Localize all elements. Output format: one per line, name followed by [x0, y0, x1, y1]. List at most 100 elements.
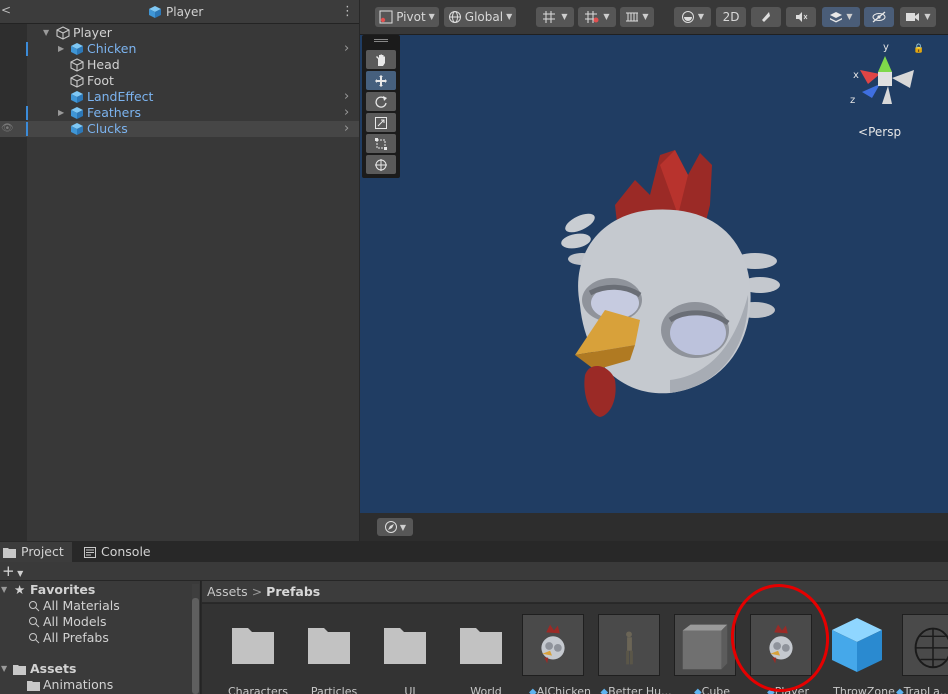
override-marker: [26, 42, 28, 56]
asset-prefab-better-human[interactable]: ◆Better Hu...: [588, 612, 672, 694]
scene-visibility-button[interactable]: [864, 7, 894, 27]
expand-right-arrow-icon[interactable]: ▶: [58, 105, 68, 121]
project-toolbar: + ▼: [0, 562, 948, 581]
global-label: Global: [464, 10, 504, 24]
asset-prefab-cube[interactable]: ◆Cube: [664, 612, 740, 694]
hand-tool-button[interactable]: [366, 50, 396, 69]
layers-effects-icon: [830, 12, 843, 23]
human-prefab-thumbnail: [598, 614, 660, 676]
rotate-tool-button[interactable]: [366, 92, 396, 111]
hierarchy-row-player[interactable]: ▼ Player: [0, 25, 359, 41]
lock-icon[interactable]: 🔒: [913, 44, 924, 54]
assets-root-row[interactable]: ▼ Assets: [0, 661, 190, 677]
chicken-head-model[interactable]: [560, 135, 790, 425]
caret-down-icon: ▼: [603, 12, 610, 21]
breadcrumb-current[interactable]: Prefabs: [266, 584, 320, 599]
chevron-right-icon[interactable]: ›: [344, 41, 356, 57]
gizmo-x-label: x: [853, 70, 859, 81]
hierarchy-panel: < Player ⋮ ▼ Player ▶ Chicken › Head Foo…: [0, 0, 359, 541]
scale-icon: [375, 116, 387, 129]
audio-mute-icon: [796, 12, 808, 22]
increment-snap-button[interactable]: ▼: [578, 7, 616, 27]
ruler-snap-button[interactable]: ▼: [620, 7, 654, 27]
scene-view[interactable]: Pivot ▼ Global ▼ ▼ ▼ ▼ ▼ 2D ▼ ▼ y x z 🔒 …: [360, 0, 948, 541]
transform-tool-button[interactable]: [366, 155, 396, 174]
chevron-right-icon[interactable]: ›: [344, 121, 356, 137]
create-asset-dropdown[interactable]: + ▼: [2, 562, 28, 581]
visibility-eye-icon[interactable]: 👁: [1, 123, 25, 135]
favorite-item-all-models[interactable]: All Models: [0, 614, 190, 630]
move-tool-button[interactable]: [366, 71, 396, 90]
asset-folder-world[interactable]: World: [440, 612, 516, 694]
rect-transform-icon: [375, 137, 387, 150]
caret-down-icon: ▼: [506, 12, 513, 21]
rotate-icon: [375, 95, 387, 108]
drag-handle-icon[interactable]: [374, 39, 388, 42]
favorite-item-label: All Materials: [43, 598, 120, 613]
audio-toggle-button[interactable]: [786, 7, 816, 27]
scrollbar-thumb[interactable]: [192, 598, 199, 694]
hierarchy-row-clucks[interactable]: 👁 Clucks ›: [0, 121, 359, 137]
hierarchy-row-feathers[interactable]: ▶ Feathers ›: [0, 105, 359, 121]
projection-toggle[interactable]: <Persp: [858, 125, 901, 139]
tab-project[interactable]: Project: [0, 542, 72, 562]
rect-tool-button[interactable]: [366, 134, 396, 153]
gameobject-cube-icon: [56, 26, 70, 40]
favorite-item-all-materials[interactable]: All Materials: [0, 598, 190, 614]
tab-console[interactable]: Console: [84, 542, 156, 562]
expand-down-arrow-icon[interactable]: ▼: [43, 25, 53, 41]
gizmo-z-label: z: [850, 95, 855, 106]
toggle-2d-button[interactable]: 2D: [716, 7, 746, 27]
grid-snap-button[interactable]: ▼: [536, 7, 574, 27]
move-arrows-icon: [375, 74, 387, 87]
camera-dropdown[interactable]: ▼: [900, 7, 936, 27]
chevron-right-icon[interactable]: ›: [344, 89, 356, 105]
ruler-icon: [626, 12, 639, 22]
hierarchy-row-label: LandEffect: [87, 89, 154, 104]
breadcrumb-root[interactable]: Assets: [207, 584, 248, 599]
console-icon: [84, 546, 96, 558]
pivot-label: Pivot: [396, 10, 426, 24]
star-icon: ★: [14, 582, 26, 597]
gizmo-y-label: y: [883, 42, 889, 53]
camera-settings-dropdown[interactable]: ▼: [377, 518, 413, 536]
tool-palette: [362, 35, 400, 178]
folder-large-icon: [232, 628, 274, 664]
pivot-dropdown[interactable]: Pivot ▼: [375, 7, 439, 27]
expand-right-arrow-icon[interactable]: ▶: [58, 41, 68, 57]
back-arrow-icon[interactable]: <: [1, 3, 13, 19]
lighting-toggle-button[interactable]: [751, 7, 781, 27]
hierarchy-row-foot[interactable]: Foot: [0, 73, 359, 89]
shading-mode-dropdown[interactable]: ▼: [674, 7, 711, 27]
favorites-header[interactable]: ▼ ★ Favorites: [0, 582, 190, 598]
expand-down-arrow-icon[interactable]: ▼: [1, 661, 7, 677]
asset-folder-particles[interactable]: Particles: [288, 612, 364, 694]
more-menu-icon[interactable]: ⋮: [341, 4, 354, 20]
scale-tool-button[interactable]: [366, 113, 396, 132]
prefab-cube-icon: [71, 43, 83, 55]
override-marker: [26, 106, 28, 120]
bottom-tab-bar: Project Console: [0, 542, 948, 562]
favorite-item-all-prefabs[interactable]: All Prefabs: [0, 630, 190, 646]
hierarchy-row-label: Foot: [87, 73, 114, 88]
asset-prefab-aichicken[interactable]: ◆AIChicken: [512, 612, 591, 694]
folder-tree-scrollbar[interactable]: [192, 584, 199, 694]
global-dropdown[interactable]: Global ▼: [444, 7, 516, 27]
asset-folder-ui[interactable]: UI: [364, 612, 440, 694]
folder-large-icon: [384, 628, 426, 664]
folder-row-animations[interactable]: Animations: [0, 677, 190, 693]
chevron-right-icon[interactable]: ›: [344, 105, 356, 121]
throwzone-cube-icon: [832, 618, 882, 672]
hierarchy-row-chicken[interactable]: ▶ Chicken ›: [0, 41, 359, 57]
plus-icon: +: [2, 562, 15, 580]
hierarchy-row-landeffect[interactable]: LandEffect ›: [0, 89, 359, 105]
expand-down-arrow-icon[interactable]: ▼: [1, 582, 7, 598]
prefab-cube-icon: ◆: [693, 687, 702, 694]
asset-prefab-traplauncher[interactable]: ◆TrapLa...: [892, 612, 948, 694]
pivot-icon: [379, 10, 393, 24]
effects-dropdown[interactable]: ▼: [822, 7, 860, 27]
video-camera-icon: [906, 13, 920, 21]
orientation-gizmo[interactable]: y x z: [850, 38, 920, 118]
hierarchy-row-head[interactable]: Head: [0, 57, 359, 73]
asset-folder-characters[interactable]: Characters: [212, 612, 288, 694]
